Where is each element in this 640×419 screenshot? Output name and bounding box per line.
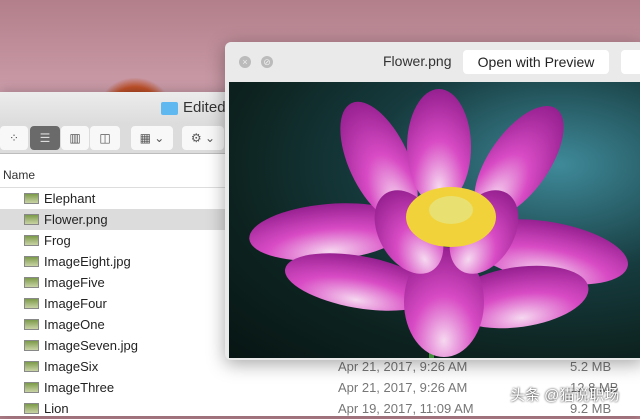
file-thumbnail-icon [24, 298, 39, 309]
file-thumbnail-icon [24, 235, 39, 246]
arrange-menu-button[interactable]: ▦ ⌄ [131, 126, 173, 150]
file-thumbnail-icon [24, 319, 39, 330]
file-date: Apr 21, 2017, 9:26 AM [338, 380, 468, 395]
open-with-preview-button[interactable]: Open with Preview [463, 50, 609, 74]
file-size: 5.2 MB [570, 359, 612, 374]
watermark: 头条 @猫说职场 [510, 387, 620, 404]
file-name: Frog [44, 233, 71, 248]
file-thumbnail-icon [24, 382, 39, 393]
file-name: Elephant [44, 191, 96, 206]
quick-look-window: × ⊘ Flower.png Open with Preview [225, 42, 640, 360]
file-name: ImageSeven.jpg [44, 338, 138, 353]
gallery-view-button[interactable]: ◫ [90, 126, 120, 150]
file-thumbnail-icon [24, 214, 39, 225]
file-thumbnail-icon [24, 277, 39, 288]
file-thumbnail-icon [24, 193, 39, 204]
file-name: Flower.png [44, 212, 108, 227]
icon-view-button[interactable]: ⁘ [0, 126, 28, 150]
column-view-button[interactable]: ▥ [61, 126, 89, 150]
file-thumbnail-icon [24, 403, 39, 414]
action-gear-button[interactable]: ⚙ ⌄ [182, 126, 224, 150]
window-title: Edited [183, 99, 226, 116]
folder-icon [161, 102, 178, 115]
file-date: Apr 21, 2017, 9:26 AM [338, 359, 468, 374]
file-name: ImageFour [44, 296, 107, 311]
file-thumbnail-icon [24, 256, 39, 267]
file-date: Apr 19, 2017, 11:09 AM [338, 401, 474, 416]
share-button[interactable] [621, 50, 640, 74]
close-icon[interactable]: × [239, 56, 251, 68]
file-name: ImageSix [44, 359, 99, 374]
file-name: ImageOne [44, 317, 105, 332]
file-thumbnail-icon [24, 340, 39, 351]
file-name: ImageEight.jpg [44, 254, 131, 269]
quick-look-title: Flower.png [383, 53, 452, 69]
fullscreen-icon[interactable]: ⊘ [261, 56, 273, 68]
file-name: ImageThree [44, 380, 115, 395]
file-name: Lion [44, 401, 69, 416]
file-thumbnail-icon [24, 361, 39, 372]
file-name: ImageFive [44, 275, 105, 290]
flower-image [229, 82, 640, 358]
list-view-button[interactable]: ☰ [30, 126, 60, 150]
